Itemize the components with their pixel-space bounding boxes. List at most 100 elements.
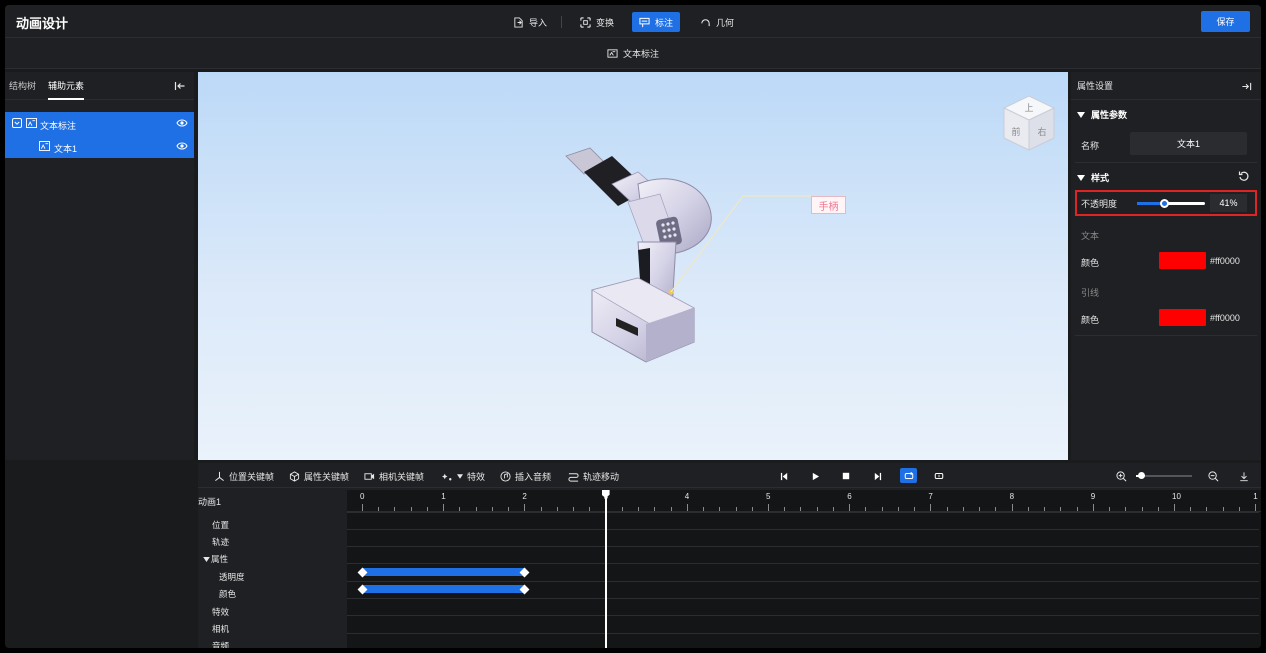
ruler-tick	[459, 507, 461, 511]
toolbar-divider	[561, 16, 562, 28]
effects-label: 特效	[467, 471, 486, 482]
track-position[interactable]: 位置	[212, 519, 229, 531]
caret-down-icon	[203, 557, 210, 562]
track-color[interactable]: 颜色	[219, 588, 236, 600]
loop-toggle-button[interactable]	[900, 468, 917, 483]
opacity-slider[interactable]	[1137, 199, 1205, 208]
transform-button[interactable]: 变换	[573, 12, 621, 32]
camera-keyframe-button[interactable]: 相机关键帧	[364, 469, 424, 483]
tree-item-text-annotation[interactable]: 文本标注	[5, 112, 194, 135]
save-button[interactable]: 保存	[1201, 11, 1250, 32]
property-keyframe-button[interactable]: 属性关键帧	[289, 469, 349, 483]
transform-label: 变换	[596, 17, 615, 28]
zoom-in-button[interactable]	[1114, 469, 1128, 483]
annotate-button[interactable]: 标注	[632, 12, 681, 32]
expand-toggle-icon[interactable]	[12, 118, 22, 128]
play-button[interactable]	[808, 469, 822, 483]
track-effects[interactable]: 特效	[212, 606, 229, 618]
track-camera[interactable]: 相机	[212, 623, 229, 635]
opacity-value-input[interactable]: 41%	[1210, 194, 1247, 212]
previous-keyframe-button[interactable]	[777, 469, 791, 483]
zoom-slider[interactable]	[1136, 472, 1192, 479]
params-section-header[interactable]: 属性参数	[1077, 108, 1127, 121]
caret-down-icon	[1077, 111, 1085, 118]
visibility-eye-icon[interactable]	[176, 141, 188, 151]
name-input[interactable]: 文本1	[1130, 132, 1247, 155]
tracks-area[interactable]	[347, 512, 1261, 648]
property-keyframe-label: 属性关键帧	[304, 471, 350, 482]
collapse-left-icon[interactable]	[174, 80, 186, 92]
ruler-tick-label: 2	[522, 492, 527, 501]
ruler-tick	[1174, 504, 1175, 511]
leader-color-hex[interactable]: #ff0000	[1210, 313, 1240, 323]
opacity-slider-thumb[interactable]	[1160, 199, 1170, 208]
view-cube-front[interactable]: 前	[1011, 126, 1020, 138]
reset-icon[interactable]	[1238, 170, 1250, 182]
sparkle-icon	[442, 473, 452, 480]
track-move-label: 轨迹移动	[583, 471, 620, 482]
stop-button[interactable]	[839, 469, 853, 483]
ruler-tick	[654, 507, 656, 511]
track-opacity[interactable]: 透明度	[219, 571, 245, 583]
track-properties-group[interactable]: 属性	[203, 553, 228, 565]
position-keyframe-button[interactable]: 位置关键帧	[214, 469, 274, 483]
text-color-hex[interactable]: #ff0000	[1210, 256, 1240, 266]
view-cube-right[interactable]: 右	[1037, 126, 1046, 138]
leader-color-swatch[interactable]	[1159, 309, 1206, 326]
ruler-tick	[426, 507, 428, 511]
ruler-tick	[751, 507, 753, 511]
properties-title: 属性设置	[1077, 81, 1114, 91]
properties-header: 属性设置	[1071, 72, 1261, 100]
drill-model[interactable]	[198, 72, 1068, 460]
view-cube-top[interactable]: 上	[1024, 103, 1033, 114]
playhead[interactable]	[604, 490, 607, 648]
text-annotation-icon	[607, 48, 618, 58]
style-section-header[interactable]: 样式	[1077, 171, 1109, 184]
tree-item-text-1[interactable]: 文本1	[5, 135, 194, 158]
insert-audio-button[interactable]: 插入音频	[500, 469, 551, 483]
ruler-tick	[394, 507, 396, 511]
leader-color-label: 颜色	[1081, 315, 1100, 325]
ruler-tick	[816, 507, 818, 511]
import-button[interactable]: 导入	[506, 12, 554, 32]
tab-structure-tree[interactable]: 结构树	[9, 75, 36, 96]
app-title: 动画设计	[16, 16, 69, 31]
zoom-in-icon	[1115, 470, 1126, 481]
ruler-tick	[540, 507, 542, 511]
geometry-button[interactable]: 几何	[693, 12, 741, 32]
effects-dropdown[interactable]: 特效	[442, 469, 485, 483]
collapse-right-icon[interactable]	[1241, 81, 1252, 92]
track-move-button[interactable]: 轨迹移动	[568, 469, 619, 483]
zoom-out-button[interactable]	[1206, 469, 1220, 483]
keyframe-bar[interactable]	[362, 568, 525, 576]
keyframe-bar[interactable]	[362, 585, 525, 593]
properties-panel: 属性设置 属性参数 名称 文本1 样式 不透明度 41% 文本 颜色 #ff00…	[1071, 72, 1261, 460]
repeat-once-button[interactable]	[932, 469, 946, 483]
path-icon	[568, 472, 579, 482]
cube-icon	[289, 470, 300, 482]
next-keyframe-button[interactable]	[870, 469, 884, 483]
visibility-eye-icon[interactable]	[176, 118, 188, 128]
timeline-toolbar: 位置关键帧 属性关键帧 相机关键帧 特效 插入音频 轨迹移动	[198, 463, 1261, 488]
text-color-swatch[interactable]	[1159, 252, 1206, 269]
ruler-tick	[768, 504, 769, 511]
time-ruler[interactable]: 0123456789101	[347, 490, 1261, 512]
import-label: 导入	[529, 17, 548, 28]
camera-keyframe-label: 相机关键帧	[379, 471, 425, 482]
tab-auxiliary-elements[interactable]: 辅助元素	[48, 75, 85, 100]
ruler-tick-label: 6	[847, 492, 852, 501]
track-trajectory[interactable]: 轨迹	[212, 536, 229, 548]
track-audio[interactable]: 音频	[212, 640, 229, 648]
download-button[interactable]	[1237, 469, 1251, 483]
track-row-divider	[347, 529, 1259, 530]
ruler-tick	[1109, 507, 1111, 511]
zoom-slider-thumb[interactable]	[1138, 472, 1146, 479]
3d-viewport[interactable]: 手柄 上 前 右	[198, 72, 1068, 460]
view-cube[interactable]: 上 前 右	[1002, 94, 1056, 152]
ruler-tick-label: 1	[1253, 492, 1258, 501]
opacity-row: 不透明度 41%	[1075, 190, 1257, 216]
annotation-label[interactable]: 手柄	[811, 196, 846, 214]
geometry-label: 几何	[716, 17, 735, 28]
track-row-divider	[347, 615, 1259, 616]
track-row-divider	[347, 512, 1259, 513]
